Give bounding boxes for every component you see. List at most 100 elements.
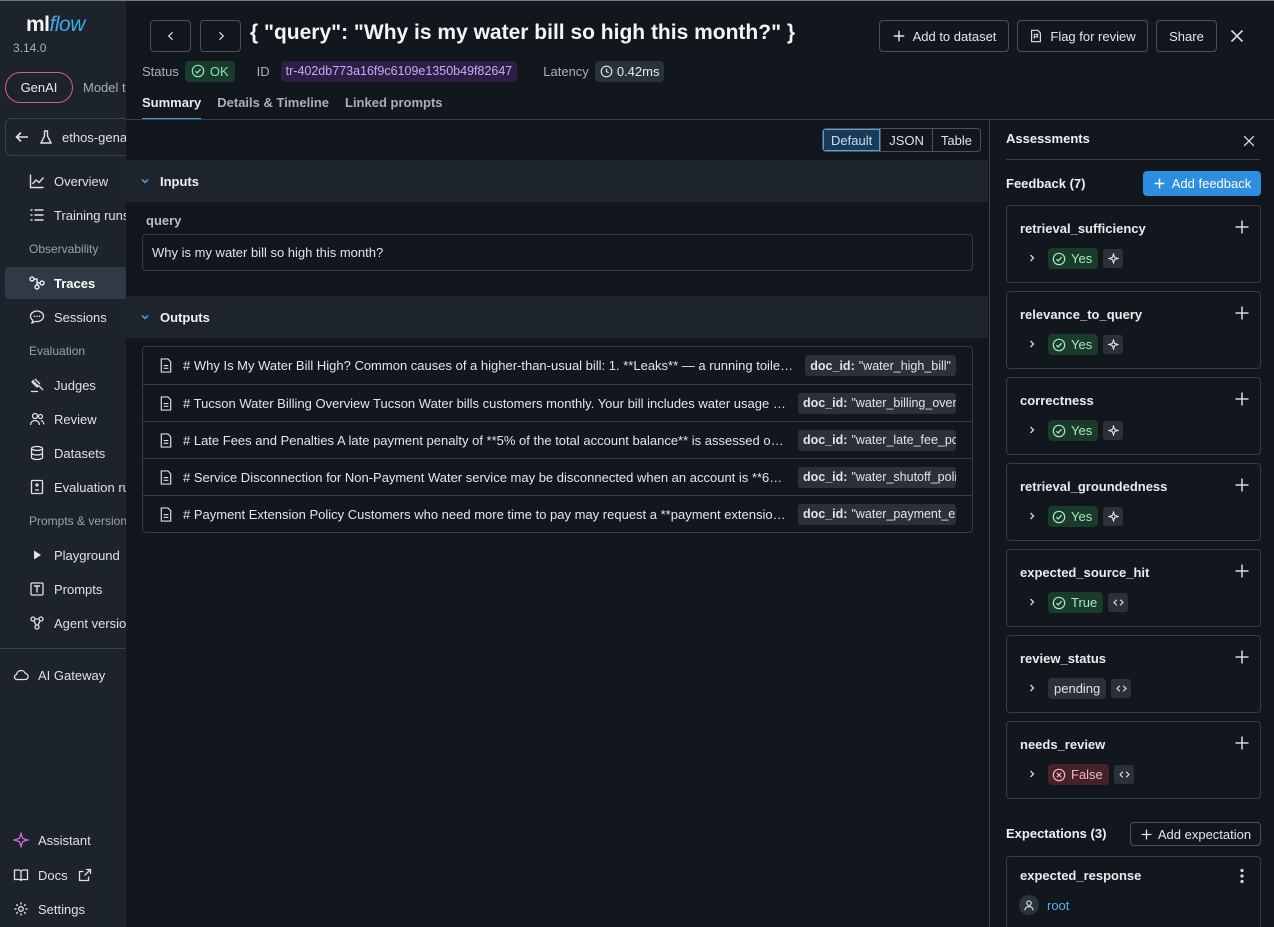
feedback-value-badge: pending	[1048, 678, 1107, 699]
nav-agent-versions[interactable]: Agent versio	[5, 607, 145, 639]
users-icon	[29, 412, 45, 426]
sidebar: mlflow 3.14.0 GenAI Model t ethos-gena O…	[0, 0, 145, 927]
latency-badge: 0.42ms	[594, 60, 665, 82]
chevron-down-icon	[141, 314, 149, 320]
back-arrow-icon[interactable]	[14, 129, 30, 145]
add-value-plus-icon[interactable]	[1234, 735, 1250, 751]
code-source-icon[interactable]	[1111, 679, 1131, 698]
close-drawer-button[interactable]	[1229, 28, 1245, 44]
sidebar-divider	[0, 648, 126, 649]
nav-ai-gateway[interactable]: AI Gateway	[5, 659, 145, 691]
chevron-right-icon[interactable]	[1027, 597, 1037, 607]
inputs-section-header[interactable]: Inputs	[126, 160, 988, 202]
chevron-right-icon[interactable]	[1027, 511, 1037, 521]
feedback-value: Yes	[1071, 337, 1093, 352]
mode-genai-button[interactable]: GenAI	[5, 72, 73, 103]
nav-traces[interactable]: Traces	[5, 267, 145, 299]
chevron-right-icon[interactable]	[1027, 769, 1037, 779]
assistant-label: Assistant	[38, 832, 91, 848]
more-options-button[interactable]	[1240, 868, 1244, 884]
expectation-source[interactable]: root	[1019, 895, 1069, 915]
next-trace-button[interactable]	[200, 20, 241, 52]
doc-id-key: doc_id:	[803, 507, 848, 521]
tab-linked-prompts[interactable]: Linked prompts	[345, 95, 443, 120]
nav-playground-label: Playground	[54, 547, 120, 563]
kebab-menu-icon	[1240, 868, 1244, 884]
llm-judge-source-icon[interactable]	[1103, 507, 1123, 526]
trace-id-tag[interactable]: tr-402db773a16f9c6109e1350b49f82647	[280, 60, 518, 82]
experiment-selector[interactable]: ethos-gena	[5, 118, 145, 156]
output-row[interactable]: # Tucson Water Billing Overview Tucson W…	[143, 384, 972, 421]
view-table-button[interactable]: Table	[931, 129, 980, 151]
nav-review[interactable]: Review	[5, 403, 145, 435]
trace-tabs: Summary Details & Timeline Linked prompt…	[142, 95, 443, 120]
check-circle-icon	[1052, 510, 1066, 524]
status-value: OK	[209, 63, 229, 79]
previous-trace-button[interactable]	[150, 20, 191, 52]
add-expectation-label: Add expectation	[1157, 826, 1252, 842]
nav-evaluation-runs[interactable]: Evaluation ru	[5, 471, 145, 503]
code-source-icon[interactable]	[1114, 765, 1134, 784]
view-default-button[interactable]: Default	[823, 129, 881, 151]
close-assessments-button[interactable]	[1242, 134, 1256, 148]
add-value-plus-icon[interactable]	[1234, 477, 1250, 493]
add-to-dataset-button[interactable]: Add to dataset	[879, 20, 1009, 52]
add-expectation-button[interactable]: Add expectation	[1130, 822, 1261, 846]
llm-judge-source-icon[interactable]	[1103, 249, 1123, 268]
feedback-name: correctness	[1020, 393, 1094, 408]
nav-evaluation-runs-label: Evaluation ru	[54, 479, 130, 495]
chevron-right-icon[interactable]	[1027, 425, 1037, 435]
add-value-plus-icon[interactable]	[1234, 563, 1250, 579]
assistant-button[interactable]: Assistant	[13, 832, 91, 848]
add-value-plus-icon[interactable]	[1234, 219, 1250, 235]
chevron-right-icon[interactable]	[1027, 253, 1037, 263]
latency-value: 0.42ms	[616, 63, 660, 79]
chevron-right-icon[interactable]	[1027, 339, 1037, 349]
nav-training-runs[interactable]: Training runs	[5, 199, 145, 231]
expectation-name: expected_response	[1020, 868, 1142, 883]
tab-details-timeline[interactable]: Details & Timeline	[217, 95, 329, 120]
user-avatar-icon	[1019, 895, 1039, 915]
flag-for-review-label: Flag for review	[1050, 28, 1136, 44]
output-row[interactable]: # Payment Extension Policy Customers who…	[143, 495, 972, 532]
mode-model-button[interactable]: Model t	[83, 80, 126, 95]
settings-label: Settings	[38, 901, 85, 917]
feedback-value-badge: Yes	[1048, 420, 1099, 441]
docs-link[interactable]: Docs	[13, 867, 93, 883]
nav-sessions[interactable]: Sessions	[5, 301, 145, 333]
output-text: # Payment Extension Policy Customers who…	[183, 506, 788, 522]
llm-judge-source-icon[interactable]	[1103, 335, 1123, 354]
outputs-section-header[interactable]: Outputs	[126, 296, 988, 338]
add-to-dataset-label: Add to dataset	[912, 28, 997, 44]
share-button[interactable]: Share	[1156, 20, 1217, 52]
add-value-plus-icon[interactable]	[1234, 649, 1250, 665]
expectation-user: root	[1047, 897, 1070, 913]
output-row[interactable]: # Service Disconnection for Non-Payment …	[143, 458, 972, 495]
chevron-right-icon[interactable]	[1027, 683, 1037, 693]
mlflow-logo[interactable]: mlflow	[26, 13, 85, 37]
doc-id-value: "water_late_fee_policy"	[851, 433, 956, 447]
code-source-icon[interactable]	[1108, 593, 1128, 612]
nav-ai-gateway-label: AI Gateway	[38, 667, 106, 683]
tab-summary[interactable]: Summary	[142, 95, 202, 120]
add-feedback-button[interactable]: Add feedback	[1143, 171, 1261, 196]
external-link-icon	[78, 868, 91, 882]
output-row[interactable]: # Late Fees and Penalties A late payment…	[143, 421, 972, 458]
nav-judges-label: Judges	[54, 377, 96, 393]
assessments-title: Assessments	[1006, 131, 1090, 146]
view-json-button[interactable]: JSON	[880, 129, 932, 151]
nav-prompts[interactable]: Prompts	[5, 573, 145, 605]
add-value-plus-icon[interactable]	[1234, 391, 1250, 407]
flag-for-review-button[interactable]: Flag for review	[1017, 20, 1148, 52]
nav-datasets[interactable]: Datasets	[5, 437, 145, 469]
settings-button[interactable]: Settings	[13, 901, 85, 917]
llm-judge-source-icon[interactable]	[1103, 421, 1123, 440]
output-row[interactable]: # Why Is My Water Bill High? Common caus…	[143, 347, 972, 384]
status-label: Status	[142, 63, 179, 79]
nav-overview[interactable]: Overview	[5, 165, 145, 197]
add-value-plus-icon[interactable]	[1234, 305, 1250, 321]
feedback-value-badge: Yes	[1048, 248, 1099, 269]
plus-icon	[1154, 178, 1165, 189]
nav-playground[interactable]: Playground	[5, 539, 145, 571]
nav-judges[interactable]: Judges	[5, 369, 145, 401]
